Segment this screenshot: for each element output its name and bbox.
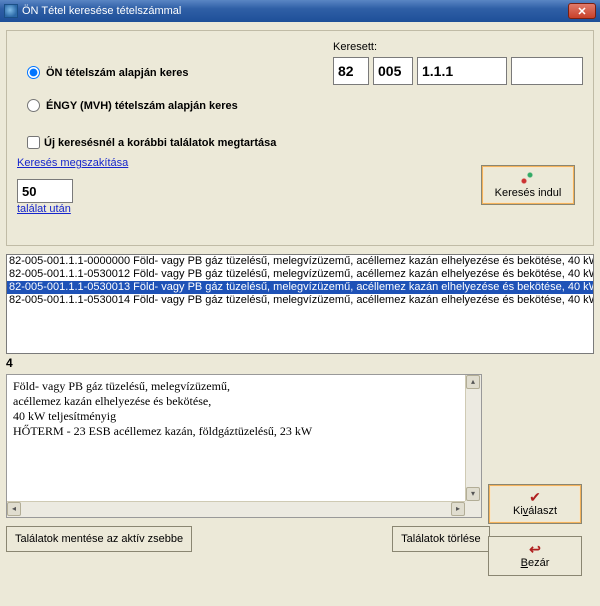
close-window-button[interactable]: ✕: [568, 3, 596, 19]
radio-engy-label: ÉNGY (MVH) tételszám alapján keres: [46, 100, 238, 112]
keresett-field-1[interactable]: [333, 57, 369, 85]
scroll-down-icon[interactable]: ▾: [466, 487, 480, 501]
start-search-label: Keresés indul: [495, 187, 562, 199]
select-button-label: Kiválaszt: [513, 505, 557, 517]
clear-results-label: Találatok törlése: [401, 533, 481, 545]
keep-previous-label: Új keresésnél a korábbi találatok megtar…: [44, 137, 276, 149]
radio-on-label: ÖN tételszám alapján keres: [46, 67, 188, 79]
radio-on-input[interactable]: [27, 66, 40, 79]
keresett-field-2[interactable]: [373, 57, 413, 85]
scroll-corner: [465, 501, 481, 517]
scrollbar-vertical[interactable]: ▴ ▾: [465, 375, 481, 501]
radio-engy-input[interactable]: [27, 99, 40, 112]
result-limit-input[interactable]: [17, 179, 73, 203]
keresett-field-3[interactable]: [417, 57, 507, 85]
keep-previous-checkbox-row[interactable]: Új keresésnél a korábbi találatok megtar…: [17, 136, 583, 149]
results-row[interactable]: 82-005-001.1.1-0000000 Föld- vagy PB gáz…: [7, 255, 593, 268]
scrollbar-horizontal[interactable]: ◂ ▸: [7, 501, 465, 517]
scroll-up-icon[interactable]: ▴: [466, 375, 480, 389]
close-button-label: Bezár: [521, 557, 550, 569]
scroll-right-icon[interactable]: ▸: [451, 502, 465, 516]
scroll-left-icon[interactable]: ◂: [7, 502, 21, 516]
results-row[interactable]: 82-005-001.1.1-0530014 Föld- vagy PB gáz…: [7, 294, 593, 307]
clear-results-button[interactable]: Találatok törlése: [392, 526, 490, 552]
results-row[interactable]: 82-005-001.1.1-0530012 Föld- vagy PB gáz…: [7, 268, 593, 281]
detail-text: Föld- vagy PB gáz tüzelésű, melegvízüzem…: [7, 375, 481, 443]
check-icon: ✔: [529, 491, 541, 503]
undo-icon: ↩: [529, 543, 541, 555]
keep-previous-checkbox[interactable]: [27, 136, 40, 149]
detail-textarea[interactable]: Föld- vagy PB gáz tüzelésű, melegvízüzem…: [6, 374, 482, 518]
results-row[interactable]: 82-005-001.1.1-0530013 Föld- vagy PB gáz…: [7, 281, 593, 294]
search-icon: [519, 171, 537, 185]
radio-engy-tetelszam[interactable]: ÉNGY (MVH) tételszám alapján keres: [17, 99, 333, 112]
close-button[interactable]: ↩ Bezár: [488, 536, 582, 576]
select-button[interactable]: ✔ Kiválaszt: [488, 484, 582, 524]
abort-search-link[interactable]: Keresés megszakítása: [17, 157, 128, 169]
results-count: 4: [6, 356, 594, 370]
title-bar: ÖN Tétel keresése tételszámmal ✕: [0, 0, 600, 22]
result-limit-label-link[interactable]: találat után: [17, 203, 71, 215]
window-title: ÖN Tétel keresése tételszámmal: [22, 5, 181, 17]
keresett-field-4[interactable]: [511, 57, 583, 85]
app-icon: [4, 4, 18, 18]
save-results-button[interactable]: Találatok mentése az aktív zsebbe: [6, 526, 192, 552]
keresett-fields: [333, 57, 583, 85]
keresett-label: Keresett:: [333, 41, 583, 53]
start-search-button[interactable]: Keresés indul: [481, 165, 575, 205]
results-list[interactable]: 82-005-001.1.1-0000000 Föld- vagy PB gáz…: [6, 254, 594, 354]
search-panel: ÖN tételszám alapján keres ÉNGY (MVH) té…: [6, 30, 594, 246]
radio-on-tetelszam[interactable]: ÖN tételszám alapján keres: [17, 66, 333, 79]
